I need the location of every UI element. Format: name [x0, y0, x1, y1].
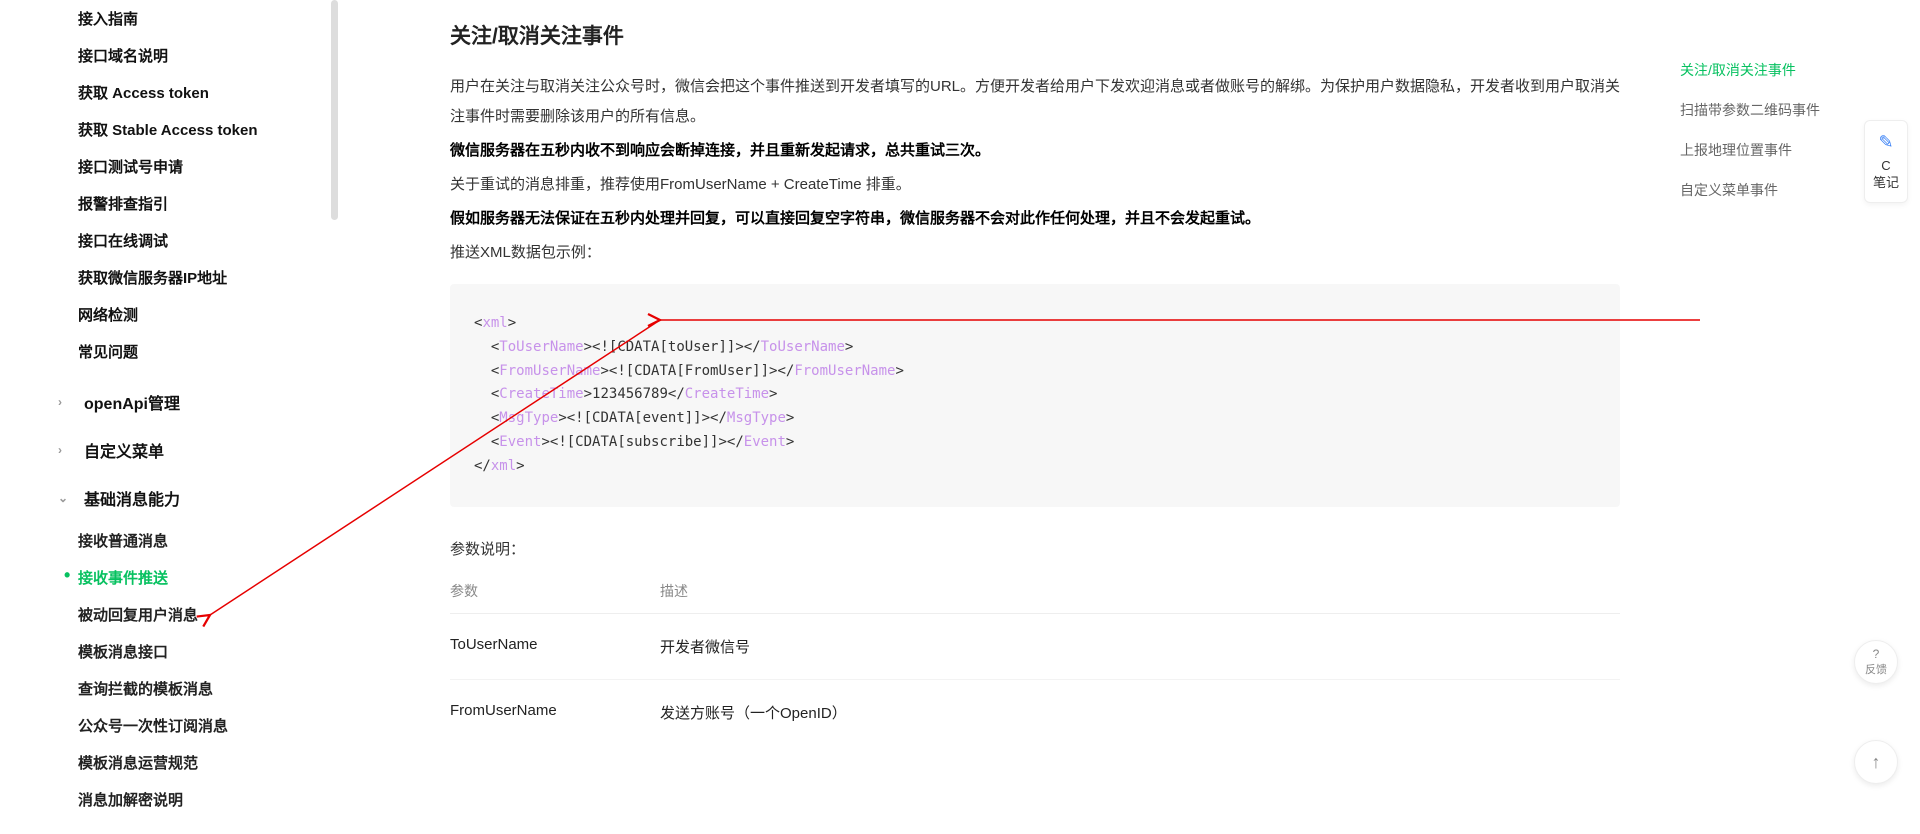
sidebar-item[interactable]: 消息加解密说明 [78, 781, 340, 818]
toc-item[interactable]: 关注/取消关注事件 [1680, 50, 1900, 90]
sidebar-item[interactable]: 接口在线调试 [78, 222, 340, 259]
table-cell: FromUserName [450, 702, 660, 723]
chevron-icon: ⌄ [58, 491, 68, 505]
sidebar-group[interactable]: ⌄基础消息能力 [24, 474, 340, 522]
table-header: 参数 [450, 581, 660, 601]
feedback-button[interactable]: ? 反馈 [1854, 640, 1898, 684]
arrow-up-icon: ↑ [1872, 752, 1881, 773]
notes-icon: ✎ [1865, 131, 1907, 154]
sidebar-item[interactable]: 常见问题 [78, 333, 340, 370]
sidebar-item[interactable]: 接收事件推送 [78, 559, 340, 596]
paragraph-bold: 假如服务器无法保证在五秒内处理并回复，可以直接回复空字符串，微信服务器不会对此作… [450, 204, 1620, 234]
sidebar-item[interactable]: 被动回复用户消息 [78, 596, 340, 633]
sidebar-item[interactable]: 模板消息接口 [78, 633, 340, 670]
sidebar-item[interactable]: 查询拦截的模板消息 [78, 670, 340, 707]
sidebar-nav: 接入指南接口域名说明获取 Access token获取 Stable Acces… [0, 0, 340, 834]
table-cell: ToUserName [450, 636, 660, 657]
sidebar-group[interactable]: ›openApi管理 [24, 378, 340, 426]
chevron-icon: › [58, 443, 62, 457]
notes-button[interactable]: ✎ C 笔记 [1864, 120, 1908, 203]
sidebar-item[interactable]: 接口测试号申请 [78, 148, 340, 185]
param-table: 参数 描述 ToUserName 开发者微信号 FromUserName 发送方… [450, 569, 1620, 723]
sidebar-item[interactable]: 获取微信服务器IP地址 [78, 259, 340, 296]
table-header: 描述 [660, 581, 1620, 601]
sidebar-item[interactable]: 获取 Access token [78, 74, 340, 111]
chevron-icon: › [58, 395, 62, 409]
sidebar-item[interactable]: 公众号一次性订阅消息 [78, 707, 340, 744]
sidebar-item[interactable]: 接入指南 [78, 0, 340, 37]
scrollbar[interactable] [331, 0, 338, 220]
paragraph: 用户在关注与取消关注公众号时，微信会把这个事件推送到开发者填写的URL。方便开发… [450, 72, 1620, 132]
main-content: 关注/取消关注事件 用户在关注与取消关注公众号时，微信会把这个事件推送到开发者填… [340, 0, 1680, 834]
page-title: 关注/取消关注事件 [450, 20, 1620, 50]
paragraph: 关于重试的消息排重，推荐使用FromUserName + CreateTime … [450, 170, 1620, 200]
sidebar-item[interactable]: 网络检测 [78, 296, 340, 333]
scroll-top-button[interactable]: ↑ [1854, 740, 1898, 784]
table-cell: 发送方账号（一个OpenID） [660, 702, 1620, 723]
sidebar-group[interactable]: ›自定义菜单 [24, 426, 340, 474]
paragraph: 推送XML数据包示例： [450, 238, 1620, 268]
sidebar-item[interactable]: 模板消息运营规范 [78, 744, 340, 781]
code-block: <xml> <ToUserName><![CDATA[toUser]]></To… [450, 284, 1620, 507]
sidebar-item[interactable]: 获取 Stable Access token [78, 111, 340, 148]
table-cell: 开发者微信号 [660, 636, 1620, 657]
sidebar-item[interactable]: 接口域名说明 [78, 37, 340, 74]
param-label: 参数说明： [450, 535, 1620, 565]
sidebar-item[interactable]: 报警排查指引 [78, 185, 340, 222]
sidebar-item[interactable]: 接收普通消息 [78, 522, 340, 559]
paragraph-bold: 微信服务器在五秒内收不到响应会断掉连接，并且重新发起请求，总共重试三次。 [450, 136, 1620, 166]
